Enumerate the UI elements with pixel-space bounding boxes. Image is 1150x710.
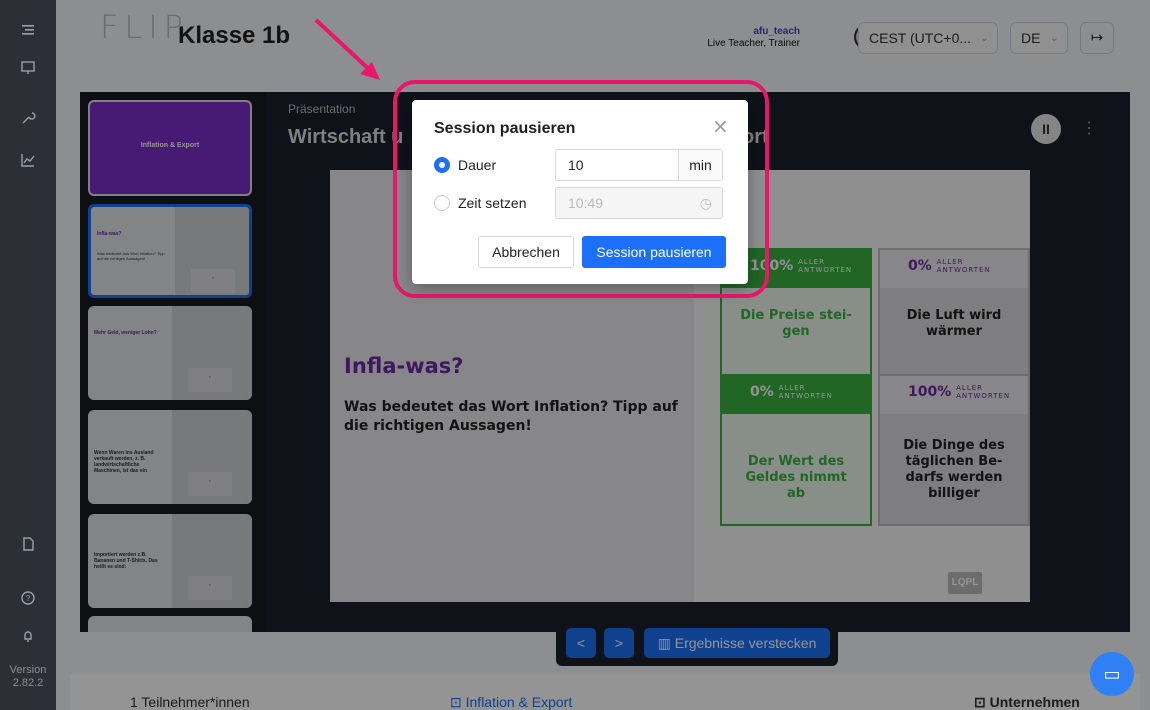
left-sidebar: ? Version 2.82.2 — [0, 0, 56, 710]
chart-icon[interactable] — [0, 152, 56, 168]
version-label: Version — [9, 664, 47, 676]
version-info: Version 2.82.2 — [0, 664, 56, 690]
clock-icon: ◷ — [699, 195, 712, 211]
pause-session-button[interactable]: Session pausieren — [582, 236, 726, 268]
wrench-icon[interactable] — [0, 110, 56, 126]
notification-icon[interactable] — [0, 628, 56, 644]
modal-title: Session pausieren — [434, 120, 576, 137]
pause-session-modal: Session pausieren × Dauer 10 min Zeit set… — [412, 100, 748, 284]
set-time-label: Zeit setzen — [458, 195, 527, 211]
close-icon[interactable]: × — [712, 114, 729, 138]
svg-text:?: ? — [26, 594, 31, 603]
presentation-icon[interactable] — [0, 60, 56, 76]
chat-icon[interactable]: ▭ — [1090, 652, 1134, 696]
document-icon[interactable] — [0, 536, 56, 552]
duration-unit: min — [678, 150, 722, 180]
time-value: 10:49 — [568, 195, 604, 211]
duration-input[interactable]: 10 min — [555, 149, 723, 181]
duration-value: 10 — [568, 157, 584, 173]
menu-icon[interactable] — [0, 22, 56, 38]
help-icon[interactable]: ? — [0, 590, 56, 606]
time-input[interactable]: 10:49 ◷ — [555, 187, 723, 219]
cancel-button[interactable]: Abbrechen — [478, 236, 574, 268]
duration-label: Dauer — [458, 157, 497, 173]
duration-radio[interactable] — [434, 157, 450, 173]
set-time-radio[interactable] — [434, 195, 450, 211]
version-number: 2.82.2 — [12, 677, 44, 689]
